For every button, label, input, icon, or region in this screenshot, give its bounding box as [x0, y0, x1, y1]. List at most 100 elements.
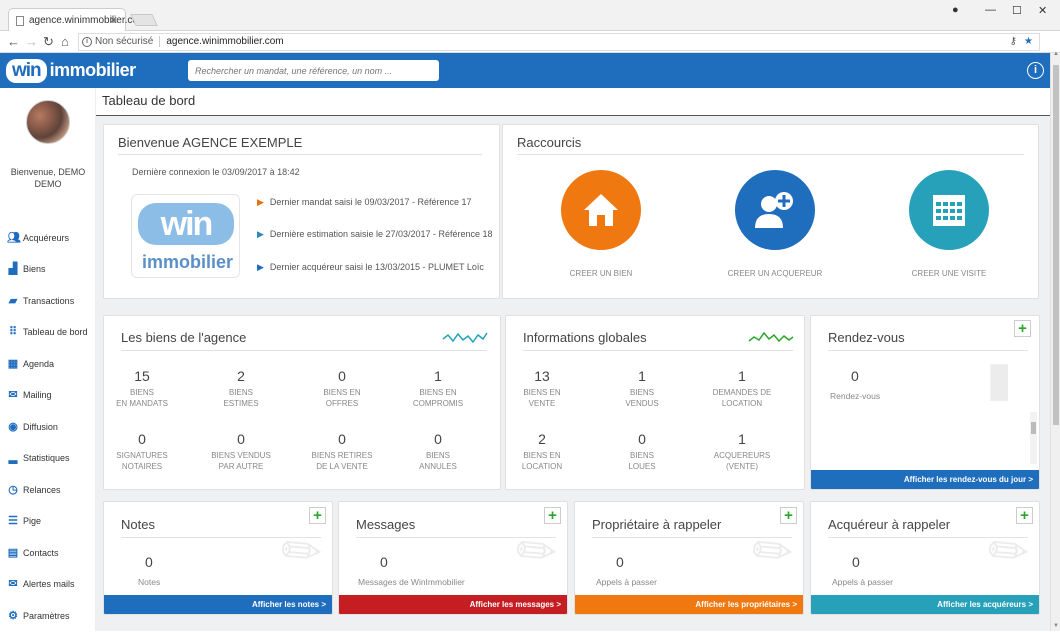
notes-title: Notes — [121, 517, 155, 532]
arrow-right-icon: ▶ — [257, 229, 264, 239]
back-icon[interactable]: ← — [7, 34, 20, 49]
forward-icon[interactable]: → — [25, 34, 38, 49]
add-message-button[interactable]: + — [544, 507, 561, 524]
sidebar-item-transactions[interactable]: ▰ Transactions — [0, 285, 96, 317]
scroll-down-icon[interactable]: ▼ — [1053, 623, 1059, 629]
broadcast-icon: ◉ — [8, 420, 18, 433]
sidebar-item-label: Pige — [23, 516, 42, 527]
reload-icon[interactable]: ↻ — [43, 34, 54, 50]
search-input[interactable] — [188, 60, 439, 81]
recent-mandate[interactable]: ▶ Dernier mandat saisi le 09/03/2017 - Ré… — [257, 197, 472, 208]
appointments-panel: ▮ Rendez-vous + 0 Rendez-vous Afficher l… — [810, 315, 1040, 490]
show-owners-link[interactable]: Afficher les propriétaires > — [575, 595, 803, 614]
key-icon[interactable]: ⚷ — [1010, 36, 1017, 47]
add-owner-callback-button[interactable]: + — [780, 507, 797, 524]
home-icon[interactable]: ⌂ — [61, 34, 69, 49]
stat-biens-loues[interactable]: 0 BIENS LOUES — [597, 431, 687, 472]
minimize-icon[interactable]: — — [985, 4, 996, 16]
maximize-icon[interactable]: ☐ — [1012, 4, 1022, 17]
stat-biens-vendus[interactable]: 1 BIENS VENDUS — [597, 368, 687, 409]
pencil-watermark-icon: ✎ — [976, 519, 1040, 586]
stat-biens-location[interactable]: 2 BIENS EN LOCATION — [497, 431, 587, 472]
sidebar-item-alertes-mails[interactable]: ✉ Alertes mails — [0, 569, 96, 601]
avatar[interactable] — [26, 100, 70, 144]
recent-estimation[interactable]: ▶ Dernière estimation saisie le 27/03/201… — [257, 229, 493, 240]
show-messages-link[interactable]: Afficher les messages > — [339, 595, 567, 614]
building-icon: ▟ — [8, 263, 18, 276]
create-buyer-button[interactable]: CREER UN ACQUEREUR — [700, 170, 850, 278]
sidebar-item-label: Biens — [23, 264, 46, 275]
url-text: agence.winimmobilier.com — [166, 36, 284, 47]
sidebar-item-tableau-de-bord[interactable]: ⠿ Tableau de bord — [0, 317, 96, 349]
last-login: Dernière connexion le 03/09/2017 à 18:42 — [132, 167, 300, 177]
global-info-panel: Informations globales 13 BIENS EN VENTE 1B… — [505, 315, 805, 490]
shortcut-label: CREER UN ACQUEREUR — [727, 269, 823, 278]
shortcut-label: CREER UN BIEN — [569, 269, 633, 278]
scroll-up-icon[interactable]: ▲ — [1053, 51, 1059, 57]
stat-biens-annules[interactable]: 0 BIENS ANNULES — [393, 431, 483, 472]
bookmark-star-icon[interactable]: ★ — [1024, 36, 1033, 47]
sidebar-item-parametres[interactable]: ⚙ Paramètres — [0, 600, 96, 632]
buyer-callback-title: Acquéreur à rappeler — [828, 517, 951, 532]
url-bar[interactable]: i Non sécurisé agence.winimmobilier.com ⚷… — [78, 33, 1040, 51]
divider — [517, 154, 1024, 155]
scrollbar-thumb[interactable] — [1053, 65, 1059, 425]
create-visit-button[interactable]: CREER UNE VISITE — [874, 170, 1024, 278]
notes-label: Notes — [138, 577, 161, 587]
close-window-icon[interactable]: ✕ — [1038, 4, 1047, 17]
info-circle-icon[interactable]: i — [1027, 62, 1044, 79]
alert-mail-icon: ✉ — [8, 578, 18, 591]
owner-callback-label: Appels à passer — [596, 577, 657, 587]
sidebar-item-acquereurs[interactable]: 👥︎ Acquéreurs — [0, 222, 96, 254]
add-buyer-callback-button[interactable]: + — [1016, 507, 1033, 524]
recent-buyer[interactable]: ▶ Dernier acquéreur saisi le 13/03/2015 -… — [257, 262, 484, 273]
create-property-button[interactable]: CREER UN BIEN — [526, 170, 676, 278]
stat-biens-vendus-autre[interactable]: 0 BIENS VENDUS PAR AUTRE — [196, 431, 286, 472]
app-logo[interactable]: win immobilier — [6, 56, 136, 85]
welcome-panel: Bienvenue AGENCE EXEMPLE Dernière connex… — [103, 124, 500, 299]
pencil-watermark-icon: ✎ — [740, 519, 804, 586]
stat-acquereurs-vente[interactable]: 1 ACQUEREURS (VENTE) — [697, 431, 787, 472]
divider — [828, 350, 1028, 351]
stat-biens-estimes[interactable]: 2 BIENS ESTIMES — [196, 368, 286, 409]
buyer-callback-card: ✎ Acquéreur à rappeler + 0 Appels à pass… — [810, 501, 1040, 615]
sidebar-item-statistiques[interactable]: ▂ Statistiques — [0, 443, 96, 475]
agency-logo-immobilier: immobilier — [142, 252, 234, 272]
sidebar-item-diffusion[interactable]: ◉ Diffusion — [0, 411, 96, 443]
show-buyers-link[interactable]: Afficher les acquéreurs > — [811, 595, 1039, 614]
add-note-button[interactable]: + — [309, 507, 326, 524]
sidebar-item-pige[interactable]: ☰ Pige — [0, 506, 96, 538]
show-notes-link[interactable]: Afficher les notes > — [104, 595, 332, 614]
page-scrollbar[interactable]: ▲ ▼ — [1050, 51, 1060, 631]
new-tab-button[interactable] — [130, 14, 158, 26]
stat-biens-vente[interactable]: 13 BIENS EN VENTE — [497, 368, 587, 409]
envelope-icon: ✉ — [8, 389, 18, 402]
sidebar-item-contacts[interactable]: ▤ Contacts — [0, 537, 96, 569]
shortcuts-panel: Raccourcis CREER UN BIEN CREER UN ACQUER… — [502, 124, 1039, 299]
agency-goods-panel: Les biens de l'agence 15 BIENS EN MANDATS … — [103, 315, 501, 490]
sidebar-item-label: Diffusion — [23, 421, 58, 432]
close-tab-icon[interactable]: ✕ — [109, 14, 118, 27]
appointments-label: Rendez-vous — [830, 391, 881, 401]
stat-biens-mandats[interactable]: 15 BIENS EN MANDATS — [97, 368, 187, 409]
stat-biens-offres[interactable]: 0 BIENS EN OFFRES — [297, 368, 387, 409]
sidebar-item-label: Statistiques — [23, 453, 70, 464]
divider — [118, 154, 482, 155]
browser-tab[interactable]: agence.winimmobilier.co ✕ — [8, 8, 138, 32]
info-icon[interactable]: i — [82, 37, 92, 47]
stat-biens-retires[interactable]: 0 BIENS RETIRES DE LA VENTE — [297, 431, 387, 472]
profile-icon[interactable]: ● — [952, 4, 959, 16]
sidebar-welcome: Bienvenue, DEMO DEMO — [0, 166, 96, 190]
add-appointment-button[interactable]: + — [1014, 320, 1031, 337]
sidebar-item-mailing[interactable]: ✉ Mailing — [0, 380, 96, 412]
sidebar-item-relances[interactable]: ◷ Relances — [0, 474, 96, 506]
sidebar-item-biens[interactable]: ▟ Biens — [0, 254, 96, 286]
stat-demandes-location[interactable]: 1 DEMANDES DE LOCATION — [697, 368, 787, 409]
panel-scrollbar[interactable] — [1030, 412, 1037, 464]
book-watermark-icon: ▮ — [986, 353, 1013, 406]
stat-signatures-notaires[interactable]: 0 SIGNATURES NOTAIRES — [97, 431, 187, 472]
messages-count: 0 — [380, 554, 388, 570]
show-appointments-link[interactable]: Afficher les rendez-vous du jour > — [811, 470, 1039, 489]
sidebar-item-agenda[interactable]: ▦ Agenda — [0, 348, 96, 380]
stat-biens-compromis[interactable]: 1 BIENS EN COMPROMIS — [393, 368, 483, 409]
